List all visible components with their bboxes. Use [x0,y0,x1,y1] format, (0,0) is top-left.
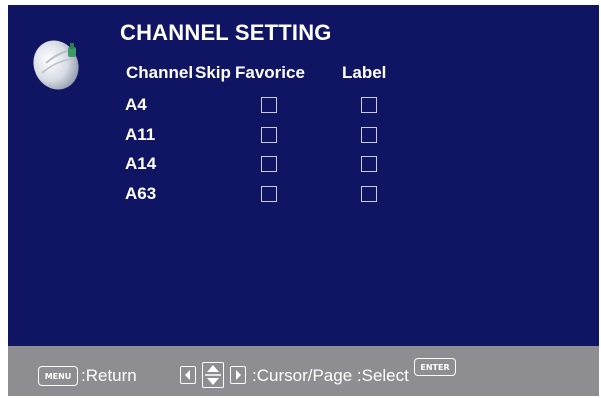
header-label: Label [342,63,387,82]
right-arrow-key-icon[interactable] [230,366,246,384]
satellite-dish-icon [33,40,79,90]
header-channel: Channel [126,63,194,82]
skip-checkbox[interactable] [261,156,277,172]
channel-name: A11 [125,125,156,144]
channel-name: A63 [125,184,157,203]
help-bar: MENU :Return :Cursor/Page :Select ENTER [8,346,599,396]
channel-row[interactable]: A14 [8,152,599,176]
channel-row[interactable]: A63 [8,182,599,206]
cursor-select-hint: :Cursor/Page :Select [252,366,409,385]
channel-name: A4 [125,95,147,114]
skip-checkbox[interactable] [261,186,277,202]
channel-name: A14 [125,154,157,173]
favorite-checkbox[interactable] [361,97,377,113]
page-title: CHANNEL SETTING [120,20,332,45]
left-arrow-key-icon[interactable] [180,366,196,384]
channel-row[interactable]: A11 [8,123,599,147]
enter-key-icon[interactable]: ENTER [414,358,456,376]
up-down-arrow-key-icon[interactable] [202,362,224,388]
skip-checkbox[interactable] [261,97,277,113]
favorite-checkbox[interactable] [361,127,377,143]
favorite-checkbox[interactable] [361,186,377,202]
header-favorite: Favorice [235,63,305,82]
skip-checkbox[interactable] [261,127,277,143]
osd-screen: CHANNEL SETTING Channel Skip Favorice La… [8,5,599,346]
favorite-checkbox[interactable] [361,156,377,172]
header-skip: Skip [195,63,231,82]
return-hint: :Return [81,366,137,385]
channel-row[interactable]: A4 [8,93,599,117]
menu-key-icon[interactable]: MENU [38,366,78,386]
